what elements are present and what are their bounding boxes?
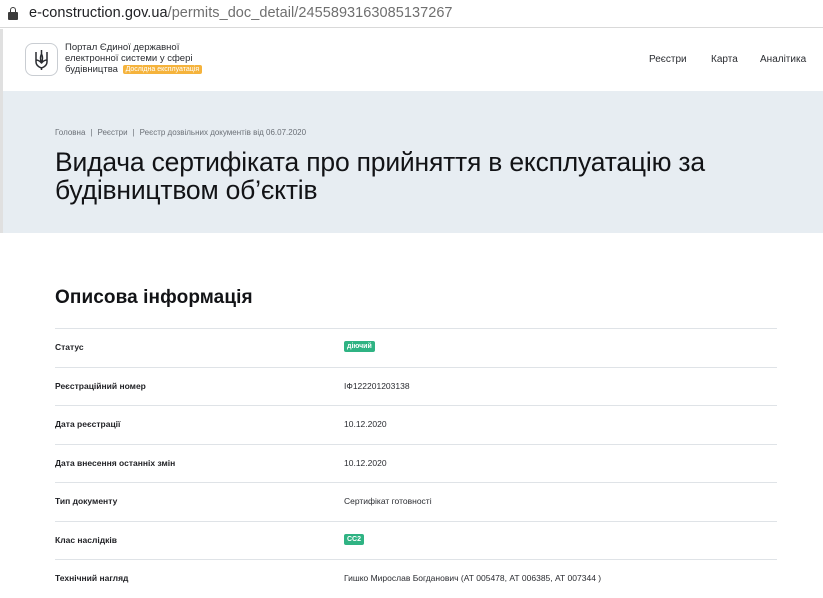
- row-value: Гишко Мирослав Богданович (АТ 005478, АТ…: [344, 573, 602, 583]
- page-title: Видача сертифіката про прийняття в експл…: [55, 148, 823, 204]
- nav-registries[interactable]: Реєстри: [649, 54, 687, 65]
- page-title-line2: будівництвом об’єктів: [55, 175, 318, 205]
- portal-name[interactable]: Портал Єдиної державної електронної сист…: [65, 42, 225, 75]
- row-value: ІФ122201203138: [344, 380, 410, 391]
- row-label: Технічний нагляд: [55, 573, 129, 583]
- trident-logo-icon[interactable]: [25, 43, 58, 76]
- info-row-status: Статус діючий: [55, 328, 777, 367]
- breadcrumb-registries[interactable]: Реєстри: [97, 128, 127, 137]
- nav-analytics[interactable]: Аналітика: [760, 54, 806, 65]
- row-value: 10.12.2020: [344, 419, 387, 429]
- portal-name-line1: Портал Єдиної державної: [65, 42, 180, 53]
- row-value: Сертифікат готовності: [344, 496, 432, 506]
- row-value: 10.12.2020: [344, 457, 387, 468]
- browser-address-bar[interactable]: e-construction.gov.ua/permits_doc_detail…: [0, 0, 823, 28]
- row-label: Статус: [55, 342, 84, 352]
- row-label: Тип документу: [55, 496, 118, 506]
- portal-name-line2: електронної системи у сфері: [65, 53, 193, 64]
- breadcrumb: Головна | Реєстри | Реєстр дозвільних докуме…: [55, 128, 306, 137]
- status-badge: діючий: [344, 341, 375, 352]
- hero-banner: Головна | Реєстри | Реєстр дозвільних докуме…: [0, 91, 823, 233]
- info-table: Статус діючий Реєстраційний номер ІФ1222…: [55, 328, 777, 598]
- portal-name-line3: будівництва: [65, 64, 118, 75]
- breadcrumb-permit-registry[interactable]: Реєстр дозвільних документів від 06.07.2…: [140, 128, 306, 137]
- page-title-line1: Видача сертифіката про прийняття в експл…: [55, 147, 705, 177]
- info-row-registration-number: Реєстраційний номер ІФ122201203138: [55, 366, 777, 406]
- consequence-class-badge: СС2: [344, 533, 365, 545]
- beta-badge: Дослідна експлуатація: [122, 65, 203, 74]
- url-domain: e-construction.gov.ua: [29, 5, 168, 21]
- breadcrumb-home[interactable]: Головна: [55, 128, 85, 137]
- row-label: Клас наслідків: [55, 534, 117, 545]
- info-row-last-change-date: Дата внесення останніх змін 10.12.2020: [55, 443, 777, 483]
- row-label: Дата внесення останніх змін: [55, 457, 176, 468]
- info-row-consequence-class: Клас наслідків СС2: [55, 520, 777, 560]
- lock-icon: [8, 7, 18, 20]
- info-row-technical-supervision: Технічний нагляд Гишко Мирослав Богданов…: [55, 559, 777, 598]
- breadcrumb-separator: |: [90, 128, 93, 137]
- section-title: Описова інформація: [55, 287, 253, 308]
- nav-map[interactable]: Карта: [711, 54, 738, 65]
- info-row-document-type: Тип документу Сертифікат готовності: [55, 482, 777, 521]
- row-label: Реєстраційний номер: [55, 380, 146, 391]
- info-row-registration-date: Дата реєстрації 10.12.2020: [55, 405, 777, 444]
- row-label: Дата реєстрації: [55, 419, 121, 429]
- url-path: /permits_doc_detail/2455893163085137267: [167, 5, 453, 21]
- breadcrumb-separator: |: [132, 128, 135, 137]
- site-header: Портал Єдиної державної електронної сист…: [0, 29, 823, 91]
- url-text[interactable]: e-construction.gov.ua/permits_doc_detail…: [29, 5, 453, 21]
